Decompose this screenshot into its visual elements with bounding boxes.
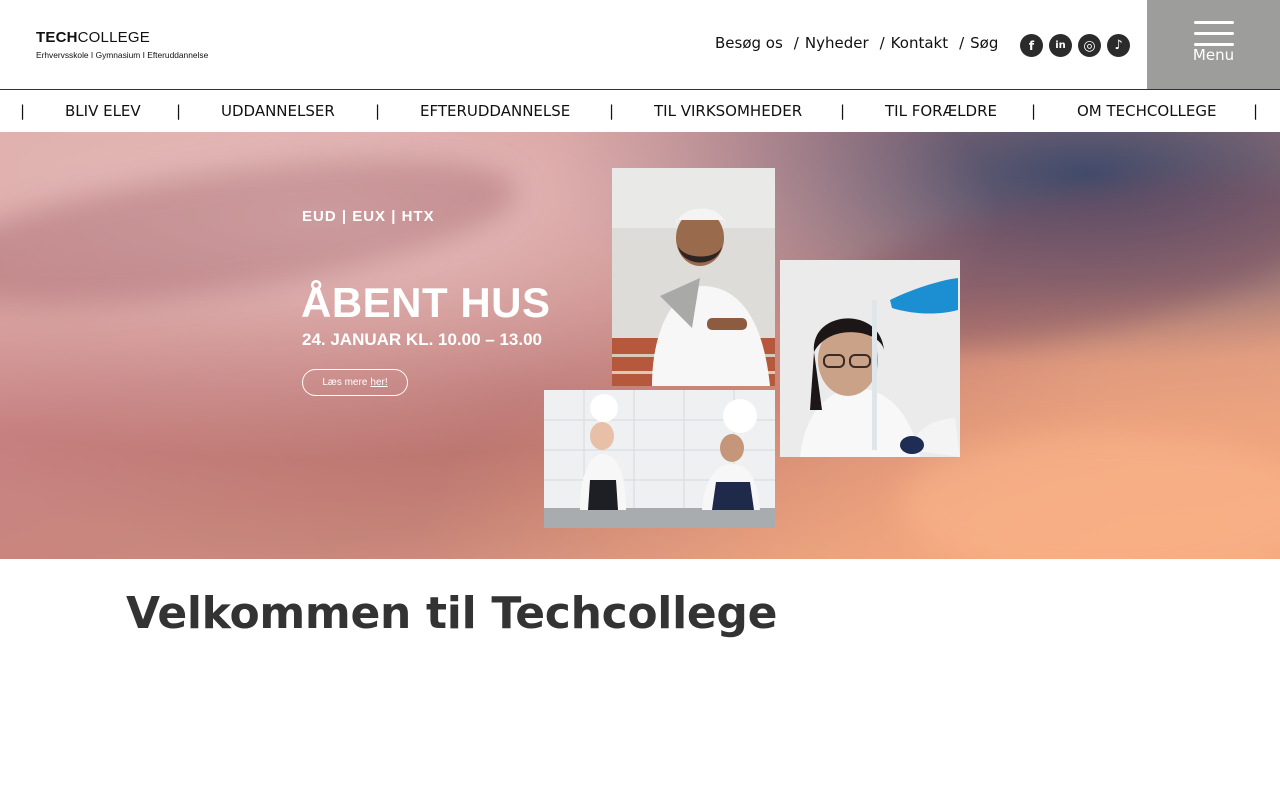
top-link-nyheder[interactable]: Nyheder <box>805 34 869 52</box>
hero-program-tags: EUD | EUX | HTX <box>302 208 435 225</box>
social-links: f in ◎ ♪ <box>1020 34 1130 57</box>
top-link-kontakt[interactable]: Kontakt <box>891 34 948 52</box>
main-navigation: | BLIV ELEV | UDDANNELSER | EFTERUDDANNE… <box>0 90 1280 132</box>
link-separator: / <box>793 34 799 52</box>
link-separator: / <box>959 34 965 52</box>
utility-links: Besøg os / Nyheder / Kontakt / Søg <box>715 34 998 52</box>
photo-bricklayer <box>612 168 775 386</box>
nav-separator: | <box>1031 102 1037 120</box>
nav-separator: | <box>1253 102 1259 120</box>
facebook-icon[interactable]: f <box>1020 34 1043 57</box>
page-title: Velkommen til Techcollege <box>126 588 778 639</box>
top-link-sog[interactable]: Søg <box>970 34 998 52</box>
site-header: TECHCOLLEGE Erhvervsskole I Gymnasium I … <box>0 0 1280 90</box>
tiktok-icon[interactable]: ♪ <box>1107 34 1130 57</box>
nav-item-om-techcollege[interactable]: OM TECHCOLLEGE <box>1077 102 1216 120</box>
nav-separator: | <box>20 102 26 120</box>
cta-link: her! <box>370 377 388 388</box>
nav-item-bliv-elev[interactable]: BLIV ELEV <box>65 102 141 120</box>
instagram-icon[interactable]: ◎ <box>1078 34 1101 57</box>
top-link-besog-os[interactable]: Besøg os <box>715 34 783 52</box>
read-more-button[interactable]: Læs mere her! <box>302 369 408 396</box>
photo-chefs <box>544 390 775 528</box>
nav-separator: | <box>375 102 381 120</box>
linkedin-icon[interactable]: in <box>1049 34 1072 57</box>
menu-label: Menu <box>1192 46 1235 64</box>
hero-date: 24. JANUAR KL. 10.00 – 13.00 <box>302 330 543 349</box>
link-separator: / <box>879 34 885 52</box>
nav-item-efteruddannelse[interactable]: EFTERUDDANNELSE <box>420 102 570 120</box>
nav-separator: | <box>840 102 846 120</box>
nav-separator: | <box>609 102 615 120</box>
nav-item-til-foraeldre[interactable]: TIL FORÆLDRE <box>885 102 997 120</box>
nav-item-uddannelser[interactable]: UDDANNELSER <box>221 102 335 120</box>
menu-button[interactable]: Menu <box>1147 0 1280 89</box>
nav-item-til-virksomheder[interactable]: TIL VIRKSOMHEDER <box>654 102 802 120</box>
photo-lab-student <box>780 260 960 457</box>
techcollege-logo[interactable]: TECHCOLLEGE Erhvervsskole I Gymnasium I … <box>36 29 236 61</box>
logo-tagline: Erhvervsskole I Gymnasium I Efteruddanne… <box>36 50 209 60</box>
hero-banner[interactable]: EUD | EUX | HTX ÅBENT HUS 24. JANUAR KL.… <box>0 132 1280 559</box>
hero-title: ÅBENT HUS <box>301 279 551 326</box>
logo-wordmark: TECHCOLLEGE <box>36 29 150 46</box>
nav-separator: | <box>176 102 182 120</box>
cta-text: Læs mere <box>322 377 368 388</box>
